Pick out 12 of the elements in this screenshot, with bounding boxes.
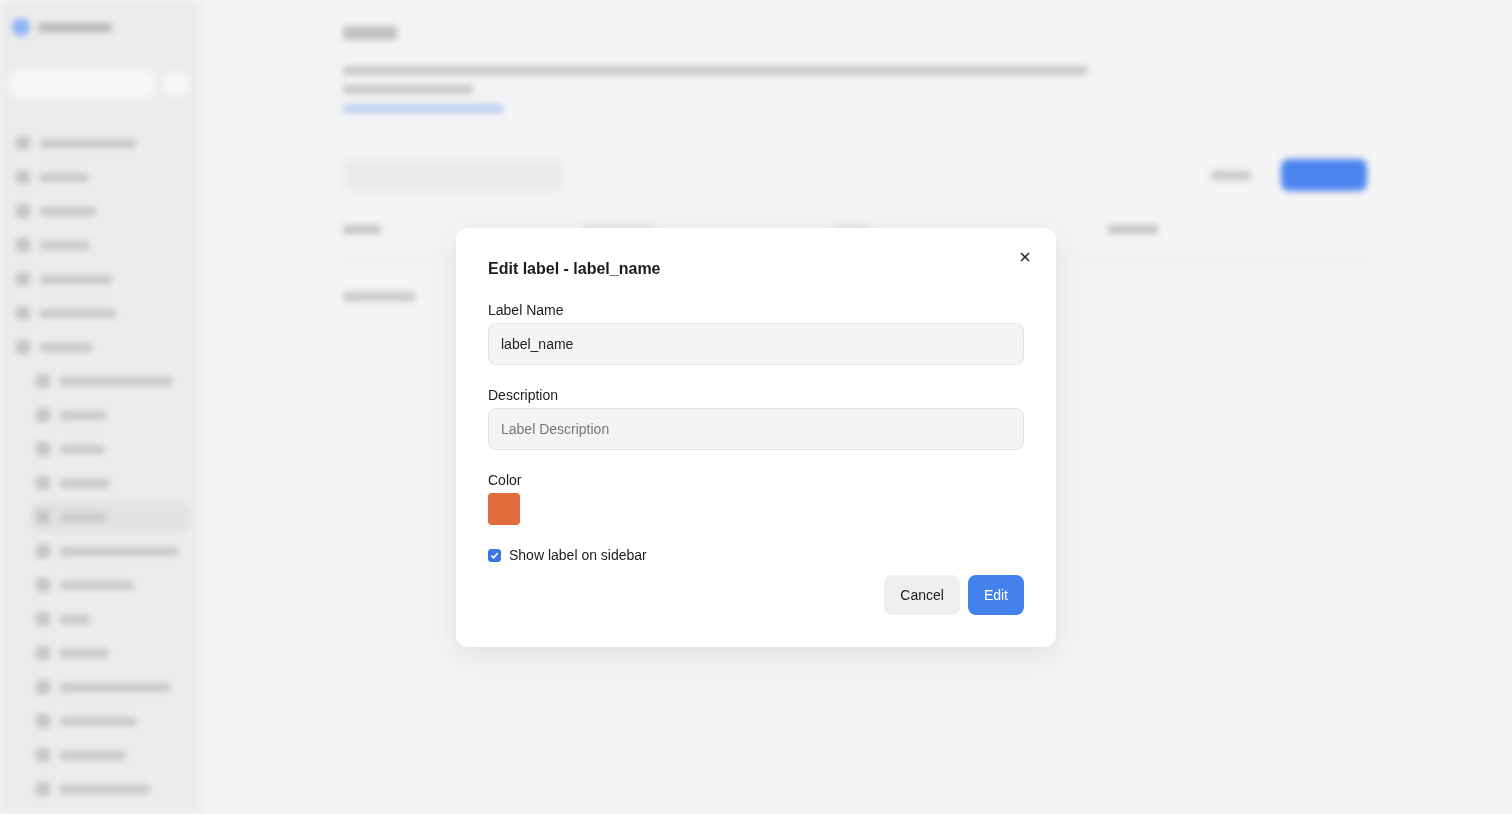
text-field[interactable]: label_name — [488, 323, 1024, 365]
color-swatch[interactable] — [488, 493, 520, 525]
edit-button[interactable]: Edit — [967, 575, 1024, 615]
field-label: Description — [488, 387, 560, 403]
text-field[interactable]: Label Description — [488, 408, 1024, 450]
dialog-title: Edit label - label_name — [488, 260, 662, 278]
checkbox-label: Show label on sidebar — [509, 547, 647, 563]
cancel-button[interactable]: Cancel — [884, 575, 960, 615]
field-label: Label Name — [488, 302, 565, 318]
checkbox[interactable] — [488, 548, 501, 562]
field-label: Color — [488, 472, 523, 488]
close-icon — [1020, 252, 1030, 262]
